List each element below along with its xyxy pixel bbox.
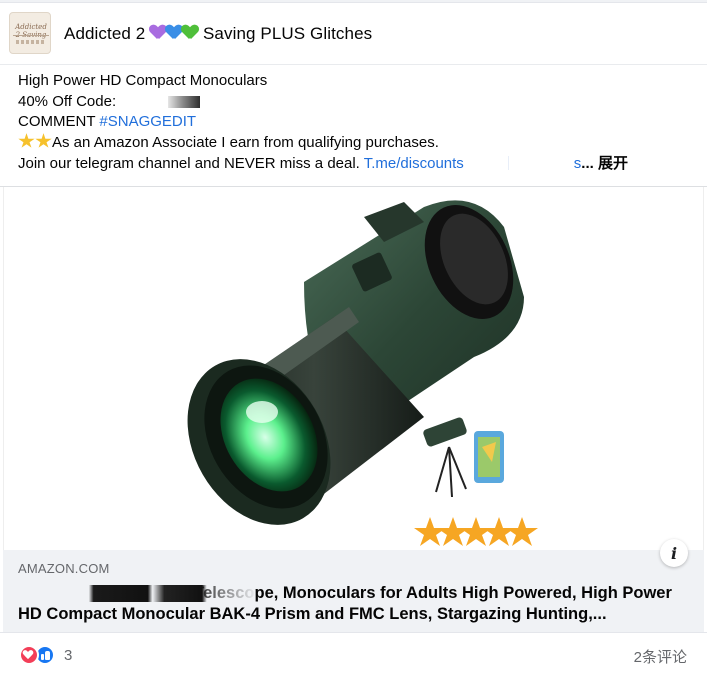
redacted-title <box>18 585 254 602</box>
post-line-title: High Power HD Compact Monoculars <box>18 72 268 89</box>
post-line-comment: COMMENT #SNAGGEDIT <box>18 112 688 133</box>
see-more-button[interactable]: ... 展开 <box>581 155 628 172</box>
discount-code-label: 40% Off Code: <box>18 92 121 110</box>
post-line-telegram: Join our telegram channel and NEVER miss… <box>18 154 688 175</box>
group-logo-text: Addicted 2 Saving <box>15 23 47 39</box>
love-reaction-icon <box>19 645 39 665</box>
comment-label: COMMENT <box>18 113 100 131</box>
green-heart-icon <box>182 25 198 40</box>
group-logo-divider <box>13 35 49 36</box>
link-domain: AMAZON.COM <box>18 561 110 576</box>
star-emoji-icon <box>18 133 35 148</box>
group-name-suffix: Saving PLUS Glitches <box>198 24 373 43</box>
monocular-body <box>187 200 524 525</box>
redacted-link <box>463 155 574 170</box>
group-name[interactable]: Addicted 2 Saving PLUS Glitches <box>64 24 372 44</box>
post-text: High Power HD Compact Monoculars 40% Off… <box>18 71 688 175</box>
link-preview[interactable]: AMAZON.COM i der Telescope, Monoculars f… <box>3 539 704 632</box>
info-button[interactable]: i <box>660 539 688 567</box>
affiliate-disclosure: As an Amazon Associate I earn from quali… <box>52 134 439 152</box>
reaction-icons[interactable] <box>19 645 61 665</box>
telegram-text: Join our telegram channel and NEVER miss… <box>18 154 364 172</box>
group-name-prefix: Addicted 2 <box>64 24 151 43</box>
link-title-line1: der Telescope, Monoculars for Adults Hig… <box>18 583 688 604</box>
telegram-link[interactable]: T.me/discounts s <box>364 155 582 172</box>
telegram-link-start: T.me/discounts <box>363 154 464 172</box>
product-image[interactable] <box>3 187 704 550</box>
group-avatar[interactable]: Addicted 2 Saving <box>9 12 51 54</box>
group-logo-pattern <box>16 40 46 44</box>
link-title[interactable]: der Telescope, Monoculars for Adults Hig… <box>18 583 688 625</box>
hashtag-link[interactable]: #SNAGGEDIT <box>99 113 196 130</box>
post-card: Addicted 2 Saving Addicted 2 Saving PLUS… <box>0 2 707 675</box>
star-emoji-icon <box>35 133 52 148</box>
post-footer: 3 2条评论 <box>0 632 707 675</box>
reaction-count[interactable]: 3 <box>64 647 72 664</box>
post-line-affiliate: As an Amazon Associate I earn from quali… <box>18 133 688 154</box>
tripod-thumbnail <box>423 417 504 498</box>
comments-count[interactable]: 2条评论 <box>634 646 687 667</box>
redacted-code <box>120 95 201 108</box>
rating-stars <box>414 517 538 546</box>
post-header: Addicted 2 Saving Addicted 2 Saving PLUS… <box>0 3 707 65</box>
monocular-illustration <box>187 200 538 546</box>
link-title-line2: HD Compact Monocular BAK-4 Prism and FMC… <box>18 605 607 623</box>
post-line-code: 40% Off Code: <box>18 92 688 113</box>
